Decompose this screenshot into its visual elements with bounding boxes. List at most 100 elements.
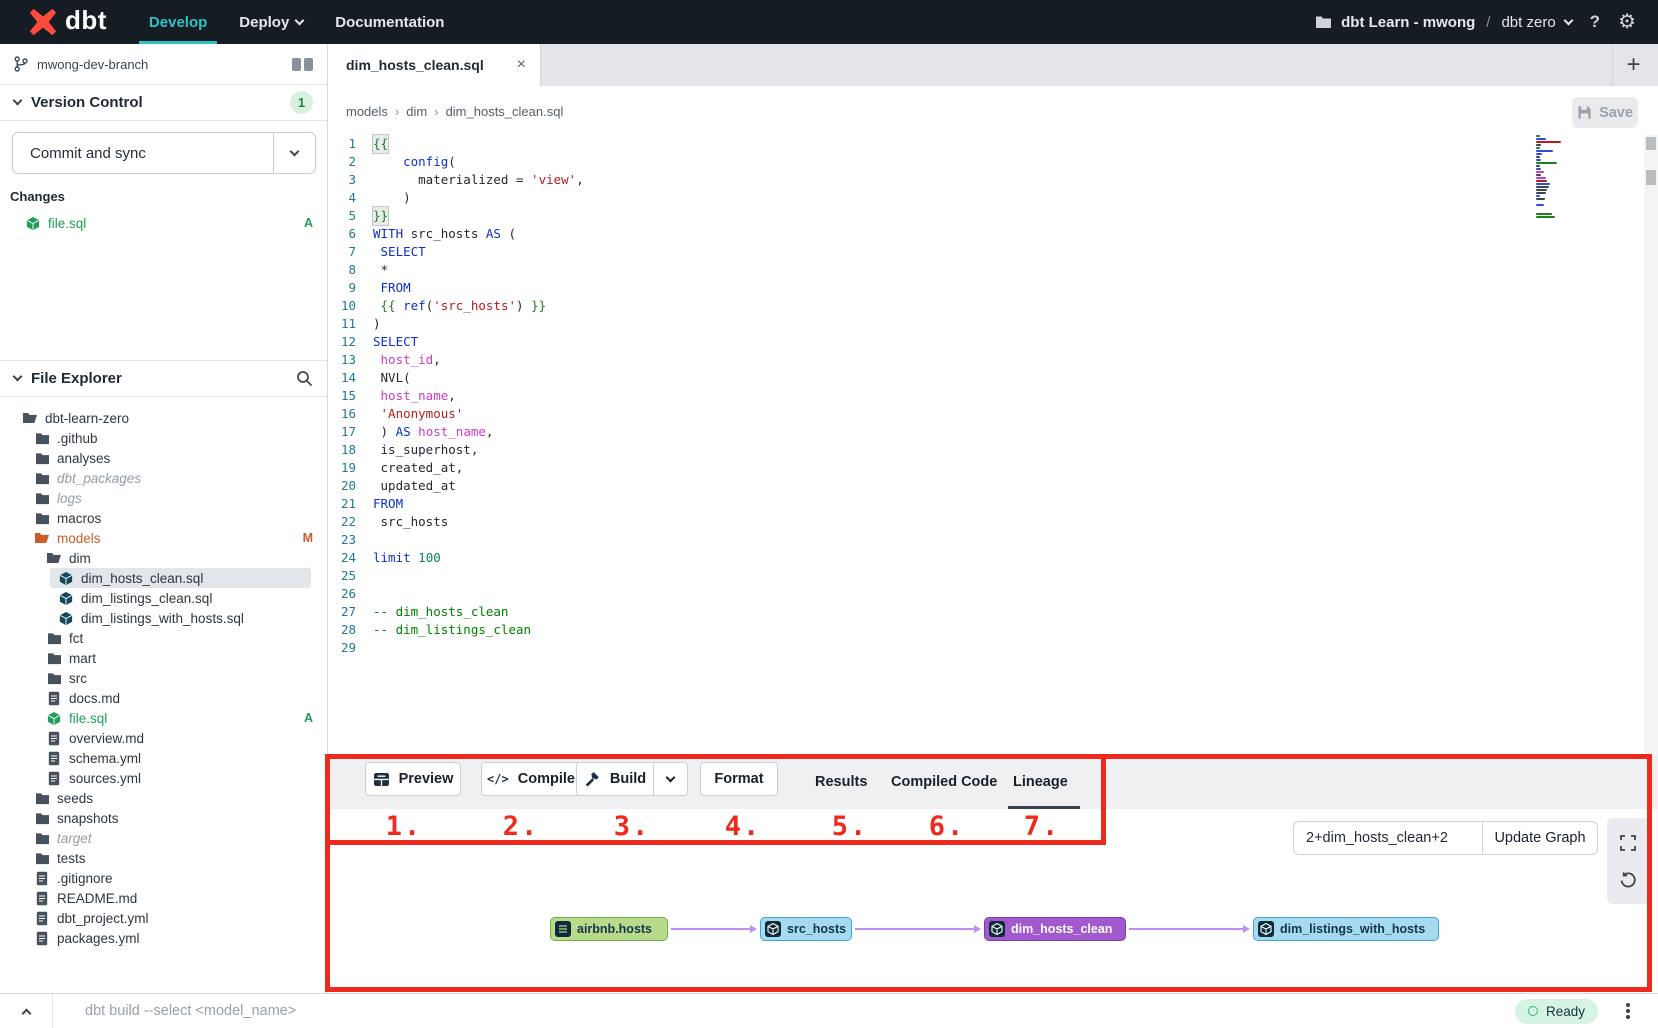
command-input[interactable] <box>53 1003 1515 1019</box>
action-toolbar: Preview </> Compile Build Format Results… <box>329 755 1658 809</box>
tree-item-analyses[interactable]: analyses <box>0 448 327 468</box>
model-icon <box>46 711 62 726</box>
line-number: 28 <box>329 621 373 639</box>
kebab-menu-icon[interactable] <box>1626 1009 1630 1013</box>
lineage-filter-input[interactable] <box>1293 821 1482 855</box>
breadcrumb-dim[interactable]: dim <box>406 104 427 119</box>
search-icon[interactable] <box>296 370 313 387</box>
close-tab-icon[interactable]: × <box>517 56 526 74</box>
lineage-node-airbnb-hosts[interactable]: airbnb.hosts <box>550 917 668 941</box>
gear-icon[interactable]: ⚙ <box>1618 12 1636 32</box>
tree-item-name: .github <box>57 431 98 446</box>
file-explorer-header[interactable]: File Explorer <box>0 361 327 397</box>
top-nav: dbt Develop Deploy Documentation dbt Lea… <box>0 0 1658 44</box>
lineage-node-src-hosts[interactable]: src_hosts <box>760 917 852 941</box>
git-status-badge: M <box>303 531 313 545</box>
collapse-panel-icon[interactable] <box>0 1006 52 1017</box>
tree-item-tests[interactable]: tests <box>0 848 327 868</box>
tree-item-src[interactable]: src <box>0 668 327 688</box>
folder-icon <box>34 432 50 445</box>
help-button[interactable]: ? <box>1586 12 1604 32</box>
nav-develop[interactable]: Develop <box>133 0 223 44</box>
tree-item-models[interactable]: modelsM <box>0 528 327 548</box>
tree-item-schema-yml[interactable]: schema.yml <box>0 748 327 768</box>
commit-and-sync-button[interactable]: Commit and sync <box>12 132 316 174</box>
nav-deploy[interactable]: Deploy <box>223 0 319 44</box>
brand-name: dbt <box>65 5 107 36</box>
code-line: 2 config( <box>329 153 1632 171</box>
tree-item-name: schema.yml <box>69 751 141 766</box>
tree-item-name: docs.md <box>69 691 120 706</box>
minimap[interactable] <box>1536 135 1564 222</box>
line-number: 18 <box>329 441 373 459</box>
code-line: 9 FROM <box>329 279 1632 297</box>
tree-item-dim-listings-clean-sql[interactable]: dim_listings_clean.sql <box>0 588 327 608</box>
tree-item-dim[interactable]: dim <box>0 548 327 568</box>
tree-item-readme-md[interactable]: README.md <box>0 888 327 908</box>
tree-item-name: .gitignore <box>57 871 113 886</box>
commit-options-dropdown[interactable] <box>273 133 315 173</box>
tree-item-seeds[interactable]: seeds <box>0 788 327 808</box>
tree-item-packages-yml[interactable]: packages.yml <box>0 928 327 948</box>
tab-compiled-code[interactable]: Compiled Code <box>891 755 997 809</box>
tree-item-macros[interactable]: macros <box>0 508 327 528</box>
tab-title: dim_hosts_clean.sql <box>346 57 484 73</box>
tree-item-logs[interactable]: logs <box>0 488 327 508</box>
build-options-dropdown[interactable] <box>654 762 688 796</box>
seed-icon <box>555 921 571 937</box>
model-icon <box>58 571 74 586</box>
tree-item-dbt-project-yml[interactable]: dbt_project.yml <box>0 908 327 928</box>
tree-item-sources-yml[interactable]: sources.yml <box>0 768 327 788</box>
branch-row[interactable]: mwong-dev-branch <box>0 44 327 85</box>
reset-view-icon[interactable] <box>1619 871 1637 889</box>
format-button[interactable]: Format <box>700 762 778 796</box>
code-line: 26 <box>329 585 1632 603</box>
lineage-node-dim-listings-with-hosts[interactable]: dim_listings_with_hosts <box>1253 917 1439 941</box>
tree-item-dbt-packages[interactable]: dbt_packages <box>0 468 327 488</box>
tree-item-mart[interactable]: mart <box>0 648 327 668</box>
line-number: 6 <box>329 225 373 243</box>
tree-item-docs-md[interactable]: docs.md <box>0 688 327 708</box>
tab-results[interactable]: Results <box>815 755 867 809</box>
build-button[interactable]: Build <box>576 762 654 796</box>
save-button[interactable]: Save <box>1572 97 1638 128</box>
tree-item-overview-md[interactable]: overview.md <box>0 728 327 748</box>
line-number: 13 <box>329 351 373 369</box>
dbt-logo[interactable]: dbt <box>0 7 133 37</box>
code-line: 12SELECT <box>329 333 1632 351</box>
tree-item-target[interactable]: target <box>0 828 327 848</box>
code-line: 17 ) AS host_name, <box>329 423 1632 441</box>
code-line: 3 materialized = 'view', <box>329 171 1632 189</box>
breadcrumb-models[interactable]: models <box>346 104 388 119</box>
compile-button[interactable]: </> Compile <box>481 762 581 796</box>
code-line: 28-- dim_listings_clean <box>329 621 1632 639</box>
preview-button[interactable]: Preview <box>365 762 461 796</box>
tab-lineage[interactable]: Lineage <box>1013 755 1068 809</box>
nav-documentation[interactable]: Documentation <box>319 0 460 44</box>
fullscreen-icon[interactable] <box>1619 834 1637 852</box>
tree-item-file-sql[interactable]: file.sqlA <box>0 708 327 728</box>
code-line: 20 updated_at <box>329 477 1632 495</box>
code-line: 13 host_id, <box>329 351 1632 369</box>
tree-item-fct[interactable]: fct <box>0 628 327 648</box>
git-status-badge: A <box>304 216 313 230</box>
lineage-node-dim-hosts-clean[interactable]: dim_hosts_clean <box>984 917 1126 941</box>
folder-icon <box>46 672 62 685</box>
tree-item-dim-listings-with-hosts-sql[interactable]: dim_listings_with_hosts.sql <box>0 608 327 628</box>
update-graph-button[interactable]: Update Graph <box>1482 821 1598 855</box>
docs-icon[interactable] <box>292 58 313 71</box>
tab-dim-hosts-clean[interactable]: dim_hosts_clean.sql × <box>329 44 541 86</box>
code-line: 4 ) <box>329 189 1632 207</box>
tree-item-dim-hosts-clean-sql[interactable]: dim_hosts_clean.sql <box>0 568 327 588</box>
breadcrumb-file[interactable]: dim_hosts_clean.sql <box>446 104 564 119</box>
new-tab-button[interactable]: + <box>1612 44 1654 86</box>
changed-file-row[interactable]: file.sql A <box>0 212 327 234</box>
folder-icon <box>34 512 50 525</box>
line-number: 27 <box>329 603 373 621</box>
version-control-header[interactable]: Version Control 1 <box>0 85 327 121</box>
tree-item-snapshots[interactable]: snapshots <box>0 808 327 828</box>
tree-item--gitignore[interactable]: .gitignore <box>0 868 327 888</box>
account-selector[interactable]: dbt Learn - mwong / dbt zero <box>1315 14 1572 31</box>
tree-item--github[interactable]: .github <box>0 428 327 448</box>
tree-item-dbt-learn-zero[interactable]: dbt-learn-zero <box>0 408 327 428</box>
